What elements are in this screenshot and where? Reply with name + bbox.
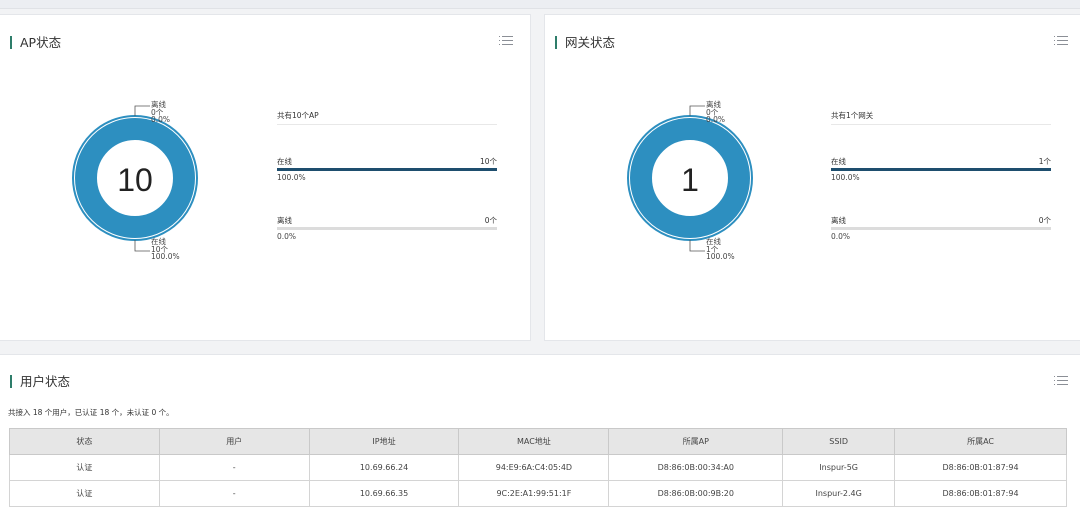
gw-callout-bottom-pct: 100.0% xyxy=(706,252,735,261)
table-cell: D8:86:0B:00:9B:20 xyxy=(608,480,784,507)
ap-online-bar-fill xyxy=(277,168,497,171)
ap-offline-pct: 0.0% xyxy=(277,232,297,241)
gw-offline-label: 离线 xyxy=(831,216,846,225)
list-menu-icon[interactable] xyxy=(1054,36,1068,47)
gw-callout-bottom: 在线 1个 100.0% xyxy=(706,238,735,261)
gw-callout-top-pct: 0.0% xyxy=(706,115,726,124)
gw-donut-center-value: 1 xyxy=(681,162,699,198)
list-menu-icon[interactable] xyxy=(499,36,513,47)
column-header[interactable]: IP地址 xyxy=(308,428,460,455)
column-header[interactable]: 所属AC xyxy=(894,428,1067,455)
ap-online-label: 在线 xyxy=(277,157,292,166)
gw-online-count: 1个 xyxy=(1038,157,1051,166)
table-cell: D8:86:0B:01:87:94 xyxy=(894,480,1067,507)
top-strip xyxy=(0,0,1080,9)
gw-offline-pct: 0.0% xyxy=(831,232,851,241)
gw-offline-count: 0个 xyxy=(1038,216,1051,225)
column-header[interactable]: SSID xyxy=(782,428,896,455)
divider xyxy=(831,124,1051,125)
column-header[interactable]: MAC地址 xyxy=(458,428,610,455)
gw-stats: 共有1个网关 在线 1个 100.0% 离线 0个 0.0% xyxy=(831,110,1051,250)
table-cell: D8:86:0B:01:87:94 xyxy=(894,454,1067,481)
table-cell: D8:86:0B:00:34:A0 xyxy=(608,454,784,481)
gw-panel-title: 网关状态 xyxy=(555,36,615,49)
ap-donut-chart: 10 xyxy=(72,105,198,252)
gw-callout-line-bottom xyxy=(689,240,705,252)
ap-callout-top: 离线 0个 0.0% xyxy=(151,101,170,124)
ap-callout-bottom-pct: 100.0% xyxy=(151,252,180,261)
table-cell: - xyxy=(158,454,310,481)
user-summary: 共接入 18 个用户，已认证 18 个，未认证 0 个。 xyxy=(8,408,174,417)
gw-offline-bar xyxy=(831,227,1051,230)
table-cell: - xyxy=(158,480,310,507)
column-header[interactable]: 所属AP xyxy=(608,428,784,455)
gw-callout-line-top xyxy=(689,105,705,116)
ap-offline-bar xyxy=(277,227,497,230)
gw-callout-top: 离线 0个 0.0% xyxy=(706,101,725,124)
gw-donut-chart: 1 xyxy=(627,105,753,252)
user-table: 状态 用户 IP地址 MAC地址 所属AP SSID 所属AC 认证 - 10.… xyxy=(9,428,1067,507)
ap-status-panel: AP状态 10 离线 0个 0.0% 在线 10个 100.0% 共有10个AP… xyxy=(0,14,531,341)
ap-callout-top-pct: 0.0% xyxy=(151,115,171,124)
gw-online-bar-fill xyxy=(831,168,1051,171)
column-header[interactable]: 状态 xyxy=(9,428,160,455)
table-header-row: 状态 用户 IP地址 MAC地址 所属AP SSID 所属AC xyxy=(9,428,1067,455)
gateway-status-panel: 网关状态 1 离线 0个 0.0% 在线 1个 100.0% 共有1个网关 在线… xyxy=(544,14,1080,341)
list-menu-icon[interactable] xyxy=(1054,376,1068,387)
ap-donut-center-value: 10 xyxy=(117,162,153,198)
table-cell: 94:E9:6A:C4:05:4D xyxy=(458,454,610,481)
gw-online-label: 在线 xyxy=(831,157,846,166)
table-cell: 认证 xyxy=(9,480,160,507)
table-row[interactable]: 认证 - 10.69.66.35 9C:2E:A1:99:51:1F D8:86… xyxy=(9,480,1067,507)
ap-online-bar xyxy=(277,168,497,171)
ap-callout-line-top xyxy=(134,105,150,116)
table-cell: 10.69.66.24 xyxy=(308,454,460,481)
table-cell: Inspur-5G xyxy=(782,454,896,481)
ap-callout-bottom: 在线 10个 100.0% xyxy=(151,238,180,261)
ap-offline-label: 离线 xyxy=(277,216,292,225)
table-cell: Inspur-2.4G xyxy=(782,480,896,507)
table-cell: 认证 xyxy=(9,454,160,481)
table-cell: 9C:2E:A1:99:51:1F xyxy=(458,480,610,507)
user-panel-title: 用户状态 xyxy=(10,375,70,388)
ap-callout-line-bottom xyxy=(134,240,150,252)
ap-stats: 共有10个AP 在线 10个 100.0% 离线 0个 0.0% xyxy=(277,110,497,250)
ap-offline-count: 0个 xyxy=(484,216,497,225)
divider xyxy=(277,124,497,125)
table-row[interactable]: 认证 - 10.69.66.24 94:E9:6A:C4:05:4D D8:86… xyxy=(9,454,1067,481)
user-status-panel: 用户状态 共接入 18 个用户，已认证 18 个，未认证 0 个。 状态 用户 … xyxy=(0,354,1080,511)
ap-online-count: 10个 xyxy=(479,157,497,166)
gw-online-pct: 100.0% xyxy=(831,173,860,182)
column-header[interactable]: 用户 xyxy=(158,428,310,455)
gw-summary: 共有1个网关 xyxy=(831,111,874,120)
table-cell: 10.69.66.35 xyxy=(308,480,460,507)
ap-online-pct: 100.0% xyxy=(277,173,306,182)
gw-online-bar xyxy=(831,168,1051,171)
ap-panel-title: AP状态 xyxy=(10,36,61,49)
ap-summary: 共有10个AP xyxy=(277,111,319,120)
